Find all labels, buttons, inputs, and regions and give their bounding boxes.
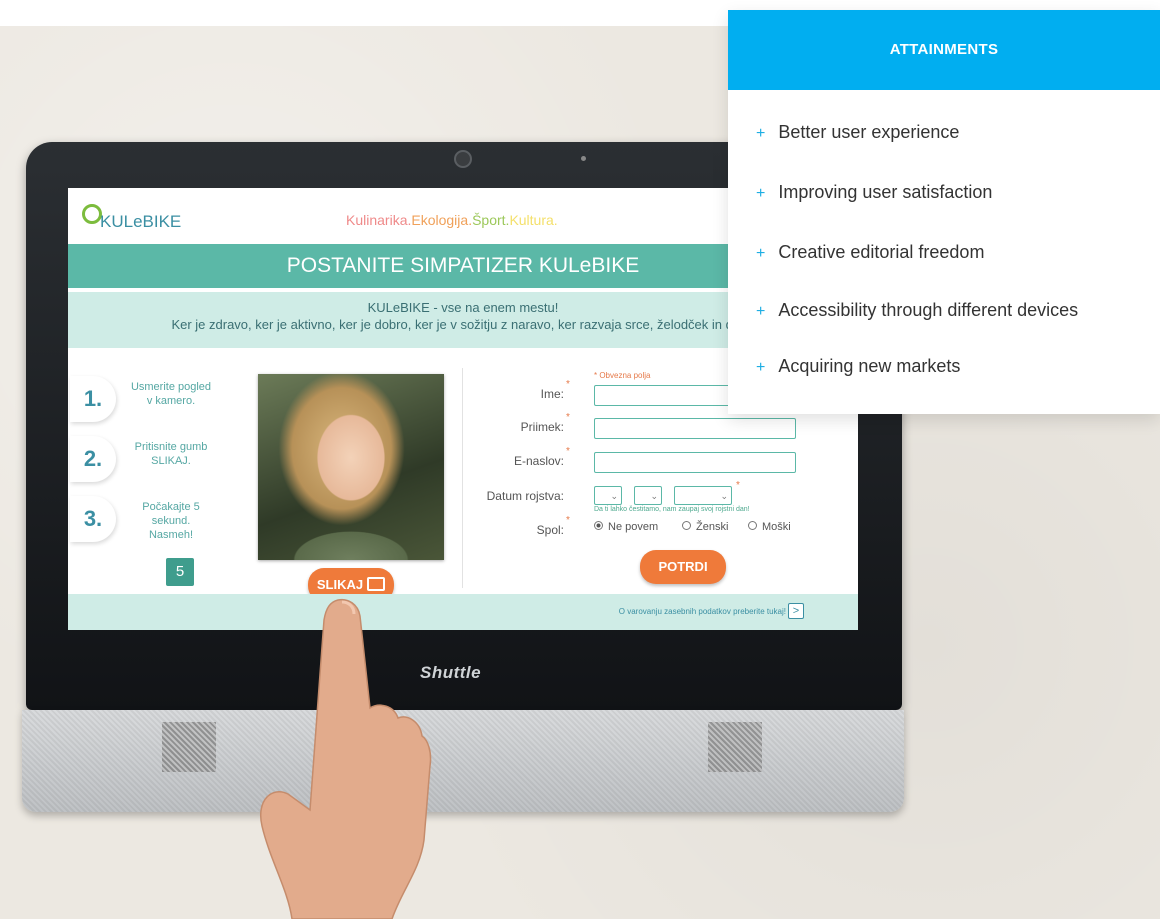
attainments-heading: ATTAINMENTS: [728, 10, 1160, 90]
divider: [462, 368, 463, 588]
plus-icon: +: [756, 359, 766, 376]
step-text: Usmerite pogled v kamero.: [122, 380, 220, 408]
camera-icon: [454, 150, 472, 168]
camera-icon: [367, 577, 386, 591]
logo-icon: [82, 204, 102, 224]
footer-bar: O varovanju zasebnih podatkov preberite …: [68, 594, 858, 630]
attainment-item: + Accessibility through different devices: [756, 300, 1078, 321]
attainment-item: + Acquiring new markets: [756, 356, 960, 377]
radio-icon: [748, 521, 757, 530]
attainment-text: Better user experience: [778, 122, 960, 142]
step-text-line: Usmerite pogled: [130, 381, 212, 393]
attainment-text: Acquiring new markets: [778, 356, 961, 376]
step-text-line: SLIKAJ.: [151, 455, 191, 467]
attainments-panel: ATTAINMENTS + Better user experience + Imp…: [728, 10, 1160, 414]
attainment-item: + Creative editorial freedom: [756, 242, 984, 263]
required-star: *: [566, 412, 570, 423]
step-2: 2. Pritisnite gumb SLIKAJ.: [70, 436, 220, 488]
plus-icon: +: [756, 125, 766, 142]
required-star: *: [566, 379, 570, 390]
step-number: 3.: [70, 496, 116, 542]
step-text-line: Nasmeh!: [148, 529, 194, 541]
tagline-part: Kultura.: [509, 212, 558, 228]
gender-label: Spol:: [536, 523, 564, 537]
hand-shape: [260, 598, 432, 919]
attainment-text: Improving user satisfaction: [778, 182, 993, 202]
gender-option-female[interactable]: Ženski: [682, 521, 728, 533]
privacy-link[interactable]: O varovanju zasebnih podatkov preberite …: [619, 607, 786, 616]
tagline-part: Kulinarika.: [346, 212, 412, 228]
countdown-badge: 5: [166, 558, 194, 586]
step-3: 3. Počakajte 5 sekund. Nasmeh!: [70, 496, 220, 548]
gender-option-none[interactable]: Ne povem: [594, 521, 658, 533]
email-field[interactable]: [594, 452, 796, 473]
logo-text: KULeBIKE: [100, 212, 182, 231]
step-number: 2.: [70, 436, 116, 482]
pointing-hand: [260, 598, 432, 919]
radio-selected-icon: [594, 521, 603, 530]
step-text-line: v kamero.: [146, 395, 196, 407]
tagline: Kulinarika.Ekologija.Šport.Kultura.: [346, 212, 558, 228]
monitor-speaker-base: [22, 710, 904, 812]
birth-year-select[interactable]: ⌄: [674, 486, 732, 505]
microphone-dot: [581, 156, 586, 161]
plus-icon: +: [756, 303, 766, 320]
gender-option-label: Ne povem: [608, 521, 659, 533]
plus-icon: +: [756, 245, 766, 262]
surname-field[interactable]: [594, 418, 796, 439]
gender-option-male[interactable]: Moški: [748, 521, 791, 533]
attainment-text: Accessibility through different devices: [778, 300, 1079, 320]
required-star: *: [566, 446, 570, 457]
birthdate-label: Datum rojstva:: [486, 489, 564, 503]
step-text: Počakajte 5 sekund. Nasmeh!: [122, 500, 220, 542]
tagline-part: Ekologija.: [411, 212, 473, 228]
attainment-text: Creative editorial freedom: [778, 242, 985, 262]
step-1: 1. Usmerite pogled v kamero.: [70, 376, 220, 428]
chevron-right-icon[interactable]: >: [788, 603, 804, 619]
speaker-grill-right: [708, 722, 762, 772]
gender-option-label: Moški: [762, 521, 791, 533]
birth-month-select[interactable]: ⌄: [634, 486, 662, 505]
birthdate-note: Da ti lahko čestitamo, nam zaupaj svoj r…: [594, 506, 750, 513]
required-star: *: [566, 515, 570, 526]
step-text-line: Počakajte 5 sekund.: [142, 501, 200, 527]
submit-button[interactable]: POTRDI: [640, 550, 726, 584]
step-text: Pritisnite gumb SLIKAJ.: [122, 440, 220, 468]
name-label: Ime:: [540, 387, 564, 401]
step-number: 1.: [70, 376, 116, 422]
speaker-grill-left: [162, 722, 216, 772]
step-text-line: Pritisnite gumb: [134, 441, 208, 453]
attainment-item: + Better user experience: [756, 122, 959, 143]
surname-label: Priimek:: [520, 420, 564, 434]
required-star: *: [736, 480, 740, 491]
camera-preview: [258, 374, 444, 560]
attainment-item: + Improving user satisfaction: [756, 182, 992, 203]
birth-day-select[interactable]: ⌄: [594, 486, 622, 505]
gender-option-label: Ženski: [696, 521, 729, 533]
email-label: E-naslov:: [513, 454, 564, 468]
plus-icon: +: [756, 185, 766, 202]
radio-icon: [682, 521, 691, 530]
tagline-part: Šport.: [472, 212, 510, 228]
required-note: * Obvezna polja: [594, 371, 651, 380]
